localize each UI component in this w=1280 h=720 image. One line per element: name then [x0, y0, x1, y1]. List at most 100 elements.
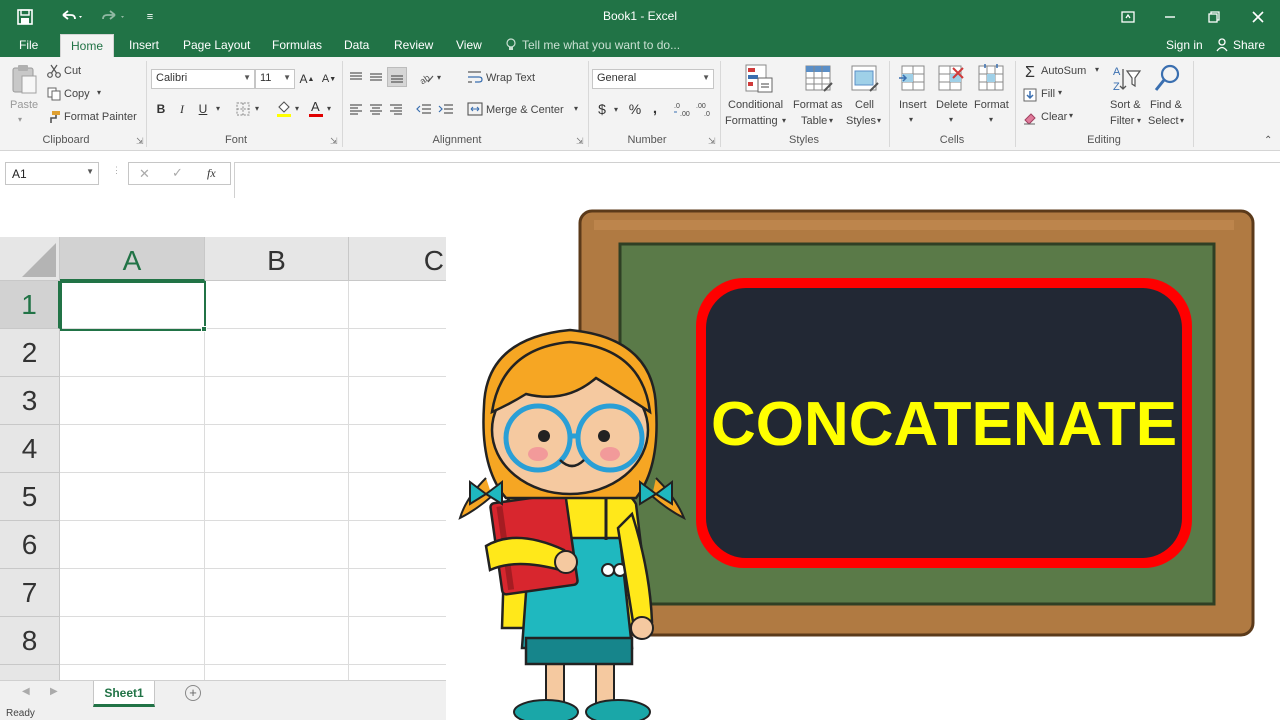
tab-data[interactable]: Data [342, 33, 371, 57]
format-as-table-icon[interactable] [804, 63, 834, 93]
grid-cell[interactable] [205, 617, 349, 665]
underline-dropdown-icon[interactable]: ▾ [216, 104, 220, 113]
paste-icon[interactable] [10, 63, 40, 94]
format-cells-label[interactable]: Format [974, 99, 1009, 111]
format-cells-icon[interactable] [977, 63, 1007, 93]
align-bottom-icon[interactable] [387, 67, 407, 87]
grid-cell[interactable] [349, 665, 446, 680]
tab-review[interactable]: Review [392, 33, 435, 57]
grid-cell[interactable] [205, 329, 349, 377]
cell-styles-label-2[interactable]: Styles [846, 115, 876, 127]
underline-button[interactable]: U [195, 100, 211, 118]
font-color-icon[interactable]: A [307, 98, 325, 118]
format-painter-label[interactable]: Format Painter [64, 111, 137, 123]
insert-cells-label[interactable]: Insert [899, 99, 927, 111]
restore-icon[interactable] [1202, 0, 1226, 33]
autosum-icon[interactable]: Σ [1022, 64, 1038, 81]
row-header-3[interactable]: 3 [0, 377, 60, 425]
find-select-icon[interactable] [1153, 63, 1183, 93]
borders-icon[interactable] [234, 100, 252, 118]
format-table-dropdown-icon[interactable]: ▾ [829, 116, 833, 125]
paste-label[interactable]: Paste [10, 99, 38, 111]
clear-dropdown-icon[interactable]: ▾ [1069, 111, 1073, 120]
tab-view[interactable]: View [454, 33, 484, 57]
copy-dropdown-icon[interactable]: ▾ [97, 88, 101, 97]
row-header-1[interactable]: 1 [0, 281, 60, 329]
conditional-formatting-label[interactable]: Conditional [728, 99, 783, 111]
row-header-9[interactable] [0, 665, 60, 680]
row-header-2[interactable]: 2 [0, 329, 60, 377]
find-select-label-2[interactable]: Select [1148, 115, 1179, 127]
grid-cell[interactable] [205, 473, 349, 521]
cell-styles-label[interactable]: Cell [855, 99, 874, 111]
autosum-dropdown-icon[interactable]: ▾ [1095, 65, 1099, 74]
sort-filter-label[interactable]: Sort & [1110, 99, 1141, 111]
name-box[interactable]: A1 ▼ [5, 162, 99, 185]
insert-dropdown-icon[interactable]: ▾ [909, 115, 913, 124]
grid-cell[interactable] [349, 281, 446, 329]
add-sheet-icon[interactable]: + [185, 685, 201, 701]
merge-center-icon[interactable] [466, 101, 484, 117]
clear-label[interactable]: Clear [1041, 111, 1067, 123]
column-header-c[interactable]: C [349, 237, 446, 281]
conditional-formatting-label-2[interactable]: Formatting [725, 115, 778, 127]
sort-filter-label-2[interactable]: Filter [1110, 115, 1134, 127]
format-painter-icon[interactable] [46, 110, 62, 124]
grid-cell[interactable] [60, 569, 205, 617]
tab-home[interactable]: Home [60, 34, 115, 57]
insert-function-icon[interactable]: fx [207, 166, 216, 181]
grid-cell[interactable] [205, 377, 349, 425]
grid-cell[interactable] [349, 521, 446, 569]
fill-label[interactable]: Fill [1041, 88, 1055, 100]
delete-cells-icon[interactable] [937, 63, 967, 93]
font-launcher-icon[interactable]: ⇲ [330, 136, 338, 147]
previous-sheet-icon[interactable]: ◀ [22, 686, 30, 697]
ribbon-display-icon[interactable] [1116, 0, 1140, 33]
fill-handle[interactable] [201, 326, 207, 332]
row-header-8[interactable]: 8 [0, 617, 60, 665]
decrease-indent-icon[interactable] [415, 101, 433, 117]
currency-dropdown-icon[interactable]: ▾ [614, 105, 618, 114]
copy-icon[interactable] [46, 87, 62, 101]
currency-button[interactable]: $ [594, 100, 610, 118]
cancel-icon[interactable]: ✕ [139, 166, 150, 182]
cell-styles-icon[interactable] [850, 63, 880, 93]
comma-button[interactable]: , [648, 99, 662, 117]
align-center-icon[interactable] [367, 101, 385, 117]
orientation-dropdown-icon[interactable]: ▾ [437, 73, 441, 82]
grid-cell[interactable] [349, 569, 446, 617]
sort-filter-icon[interactable]: AZ [1112, 63, 1142, 93]
align-middle-icon[interactable] [367, 69, 385, 85]
italic-button[interactable]: I [174, 100, 190, 118]
increase-indent-icon[interactable] [437, 101, 455, 117]
next-sheet-icon[interactable]: ▶ [50, 686, 58, 697]
percent-button[interactable]: % [626, 100, 644, 118]
delete-dropdown-icon[interactable]: ▾ [949, 115, 953, 124]
grid-cell[interactable] [60, 377, 205, 425]
format-dropdown-icon[interactable]: ▾ [989, 115, 993, 124]
grid-cell[interactable] [60, 473, 205, 521]
tab-formulas[interactable]: Formulas [270, 33, 324, 57]
formula-input[interactable] [234, 162, 1280, 198]
grid-cell[interactable] [60, 329, 205, 377]
fill-down-icon[interactable] [1022, 87, 1038, 103]
merge-dropdown-icon[interactable]: ▾ [574, 104, 578, 113]
grid-cell[interactable] [349, 617, 446, 665]
sort-filter-dropdown-icon[interactable]: ▾ [1137, 116, 1141, 125]
conditional-dropdown-icon[interactable]: ▾ [782, 116, 786, 125]
fill-color-icon[interactable] [275, 98, 293, 118]
scissors-icon[interactable] [46, 64, 62, 78]
cell-styles-dropdown-icon[interactable]: ▾ [877, 116, 881, 125]
font-size-select[interactable]: 11 ▼ [255, 69, 295, 89]
find-select-dropdown-icon[interactable]: ▾ [1180, 116, 1184, 125]
grid-cell[interactable] [205, 665, 349, 680]
autosum-label[interactable]: AutoSum [1041, 65, 1086, 77]
align-right-icon[interactable] [387, 101, 405, 117]
format-as-table-label[interactable]: Format as [793, 99, 843, 111]
clipboard-launcher-icon[interactable]: ⇲ [136, 136, 144, 147]
wrap-text-icon[interactable] [466, 69, 484, 85]
minimize-icon[interactable] [1158, 0, 1182, 33]
sign-in-link[interactable]: Sign in [1166, 33, 1203, 57]
decrease-decimal-icon[interactable]: .00.0 [696, 100, 716, 118]
number-format-select[interactable]: General ▼ [592, 69, 714, 89]
